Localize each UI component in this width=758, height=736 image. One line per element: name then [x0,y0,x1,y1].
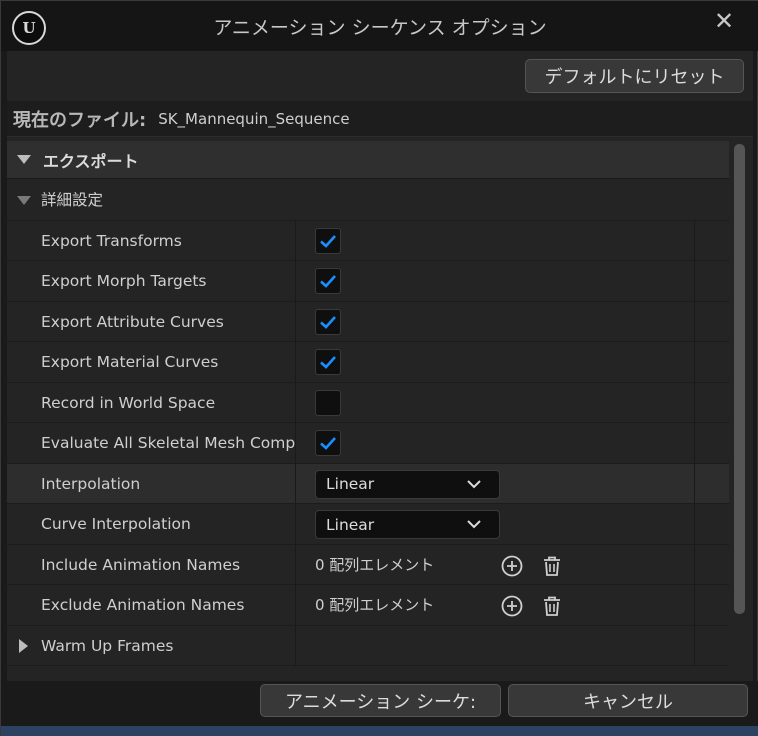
chevron-down-icon [467,520,481,529]
interpolation-dropdown[interactable]: Linear [315,469,500,499]
close-icon[interactable]: ✕ [711,8,737,34]
evaluate-all-skeletal-mesh-checkbox[interactable] [315,430,341,456]
record-in-world-space-checkbox[interactable] [315,389,341,416]
chevron-down-icon [17,155,31,164]
property-label: Evaluate All Skeletal Mesh Compo... [41,434,295,452]
property-label: Record in World Space [41,393,216,412]
create-animation-sequence-button[interactable]: アニメーション シーケ: [260,684,501,717]
checkmark-icon [320,315,336,329]
reset-area: デフォルトにリセット [7,51,753,99]
property-label: Export Material Curves [41,353,219,371]
export-morph-targets-checkbox[interactable] [315,268,341,294]
chevron-down-icon [17,196,31,205]
array-count: 0 配列エレメント [315,596,435,614]
row-include-animation-names: Include Animation Names 0 配列エレメント [7,544,729,585]
current-file-label: 現在のファイル: [13,109,147,131]
property-label: Interpolation [41,474,141,493]
property-label: Export Attribute Curves [41,312,224,331]
row-export-material-curves: Export Material Curves [7,342,729,383]
export-attribute-curves-checkbox[interactable] [315,308,341,335]
group-advanced-row[interactable]: 詳細設定 [7,180,729,221]
group-advanced-label: 詳細設定 [41,191,104,209]
property-label: Export Transforms [41,231,182,250]
window-title: アニメーション シーケンス オプション [213,17,547,39]
row-interpolation: Interpolation Linear [7,463,729,504]
section-export-header[interactable]: エクスポート [7,141,729,179]
row-curve-interpolation: Curve Interpolation Linear [7,504,729,545]
add-element-icon[interactable] [500,554,524,578]
trash-icon[interactable] [540,554,564,578]
current-file-value: SK_Mannequin_Sequence [158,109,350,128]
current-file-row: 現在のファイル: SK_Mannequin_Sequence [7,101,753,137]
reset-to-default-button[interactable]: デフォルトにリセット [525,59,744,93]
cancel-button[interactable]: キャンセル [508,684,748,717]
dialog-window: U アニメーション シーケンス オプション ✕ デフォルトにリセット 現在のファ… [0,0,758,736]
chevron-right-icon [19,638,28,653]
row-export-transforms: Export Transforms [7,220,729,261]
property-label: Include Animation Names [41,555,241,574]
row-warm-up-frames[interactable]: Warm Up Frames [7,625,729,666]
row-evaluate-all-skeletal-mesh: Evaluate All Skeletal Mesh Compo... [7,423,729,464]
export-material-curves-checkbox[interactable] [315,349,341,375]
curve-interpolation-dropdown[interactable]: Linear [315,510,500,539]
property-rows: 詳細設定 Export Transforms Export Morph Targ… [7,180,729,666]
property-label: Curve Interpolation [41,515,191,533]
checkmark-icon [320,234,336,248]
row-exclude-animation-names: Exclude Animation Names 0 配列エレメント [7,585,729,626]
property-label: Exclude Animation Names [41,596,245,614]
vertical-scrollbar[interactable] [734,144,745,614]
title-bar: U アニメーション シーケンス オプション ✕ [1,1,758,51]
property-label: Export Morph Targets [41,272,207,290]
options-panel: デフォルトにリセット 現在のファイル: SK_Mannequin_Sequenc… [7,51,753,681]
array-count: 0 配列エレメント [315,555,435,574]
checkmark-icon [320,356,336,369]
chevron-down-icon [467,479,481,488]
export-transforms-checkbox[interactable] [315,227,341,254]
row-export-attribute-curves: Export Attribute Curves [7,301,729,342]
dropdown-value: Linear [326,515,375,534]
add-element-icon[interactable] [500,594,524,618]
row-record-in-world-space: Record in World Space [7,382,729,423]
section-export-label: エクスポート [43,151,139,171]
checkmark-icon [320,437,336,450]
property-label: Warm Up Frames [41,636,174,655]
trash-icon[interactable] [540,594,564,618]
checkmark-icon [320,275,336,288]
row-export-morph-targets: Export Morph Targets [7,261,729,302]
dropdown-value: Linear [326,475,375,493]
